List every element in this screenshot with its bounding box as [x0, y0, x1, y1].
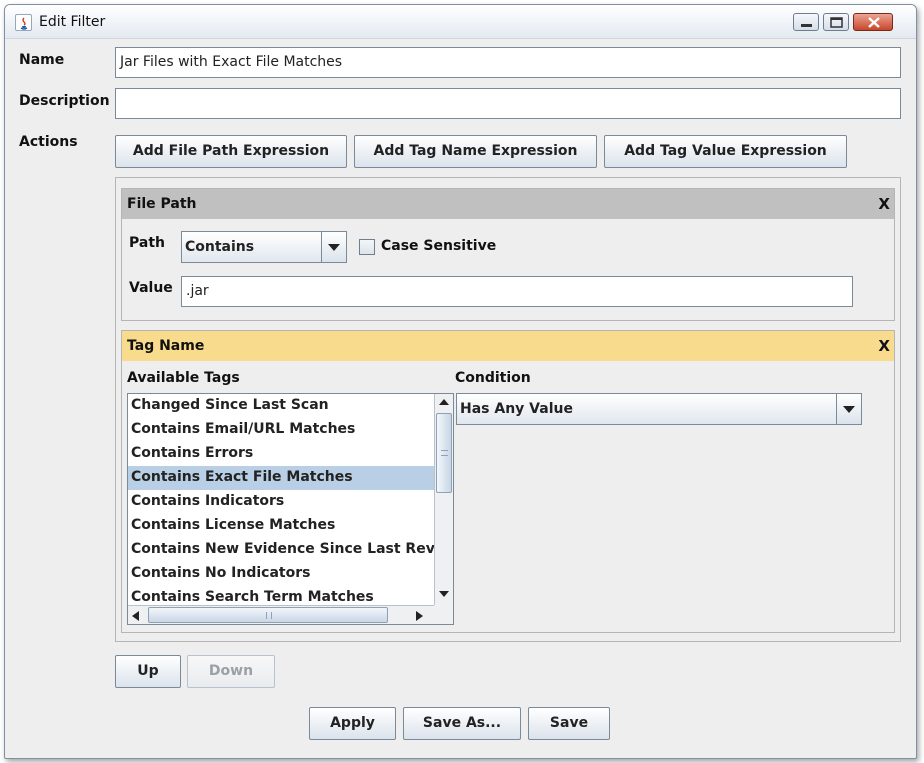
condition-selected: Has Any Value: [460, 401, 573, 417]
file-path-panel-title: File Path: [127, 196, 197, 212]
path-operator-selected: Contains: [185, 239, 255, 255]
vertical-scroll-thumb[interactable]: [436, 413, 452, 493]
tag-name-panel-title: Tag Name: [127, 338, 205, 354]
list-item[interactable]: Contains License Matches: [128, 514, 434, 538]
window-title: Edit Filter: [39, 14, 106, 30]
scroll-down-arrow-icon[interactable]: [435, 586, 453, 604]
available-tags-label: Available Tags: [127, 370, 240, 386]
path-operator-combobox[interactable]: Contains: [181, 231, 347, 263]
vertical-scrollbar[interactable]: [434, 394, 453, 605]
description-label: Description: [19, 93, 110, 109]
list-item-selected[interactable]: Contains Exact File Matches: [128, 466, 434, 490]
apply-button[interactable]: Apply: [309, 707, 396, 740]
move-up-button[interactable]: Up: [115, 655, 181, 688]
condition-combobox[interactable]: Has Any Value: [456, 393, 862, 425]
grip-icon: [266, 612, 272, 619]
list-item[interactable]: Contains Errors: [128, 442, 434, 466]
available-tags-list[interactable]: Changed Since Last Scan Contains Email/U…: [127, 393, 454, 625]
scroll-right-arrow-icon[interactable]: [412, 606, 430, 624]
name-field[interactable]: Jar Files with Exact File Matches: [115, 47, 901, 78]
save-as-button[interactable]: Save As...: [403, 707, 521, 740]
maximize-button[interactable]: [823, 13, 849, 31]
file-path-panel-header: File Path X: [122, 189, 894, 219]
add-tag-name-expression-button[interactable]: Add Tag Name Expression: [354, 135, 597, 168]
add-file-path-expression-button[interactable]: Add File Path Expression: [115, 135, 347, 168]
chevron-down-icon[interactable]: [836, 394, 861, 424]
name-label: Name: [19, 52, 65, 68]
title-bar[interactable]: Edit Filter: [5, 5, 916, 39]
path-label: Path: [129, 235, 165, 251]
path-value-input[interactable]: .jar: [181, 276, 853, 307]
case-sensitive-label: Case Sensitive: [381, 238, 497, 254]
add-tag-value-expression-button[interactable]: Add Tag Value Expression: [604, 135, 847, 168]
list-item[interactable]: Contains No Indicators: [128, 562, 434, 586]
horizontal-scrollbar[interactable]: [128, 605, 434, 624]
close-window-button[interactable]: [853, 13, 893, 31]
remove-file-path-expression-button[interactable]: X: [878, 195, 890, 213]
scroll-left-arrow-icon[interactable]: [128, 606, 146, 624]
java-app-icon: [15, 14, 32, 31]
scroll-corner: [434, 605, 453, 624]
actions-label: Actions: [19, 134, 78, 150]
edit-filter-window: Edit Filter Name Jar Files with Exact Fi…: [4, 4, 917, 759]
description-field[interactable]: [115, 88, 901, 119]
expressions-container: File Path X Path Contains Case Sensitive…: [115, 177, 901, 642]
chevron-down-icon[interactable]: [321, 232, 346, 262]
tag-name-panel: Tag Name X Available Tags Condition Chan…: [121, 330, 895, 633]
grip-icon: [441, 450, 448, 456]
list-item[interactable]: Contains Email/URL Matches: [128, 418, 434, 442]
list-item[interactable]: Contains Indicators: [128, 490, 434, 514]
condition-label: Condition: [455, 370, 531, 386]
value-label: Value: [129, 280, 173, 296]
list-item[interactable]: Contains New Evidence Since Last Review: [128, 538, 434, 562]
move-down-button[interactable]: Down: [187, 655, 275, 688]
minimize-button[interactable]: [793, 13, 819, 31]
horizontal-scroll-thumb[interactable]: [148, 607, 388, 623]
tag-name-panel-header: Tag Name X: [122, 331, 894, 361]
list-item[interactable]: Changed Since Last Scan: [128, 394, 434, 418]
save-button[interactable]: Save: [528, 707, 610, 740]
scroll-up-arrow-icon[interactable]: [435, 394, 453, 412]
remove-tag-name-expression-button[interactable]: X: [878, 337, 890, 355]
case-sensitive-checkbox[interactable]: [359, 239, 375, 255]
file-path-panel: File Path X Path Contains Case Sensitive…: [121, 188, 895, 321]
